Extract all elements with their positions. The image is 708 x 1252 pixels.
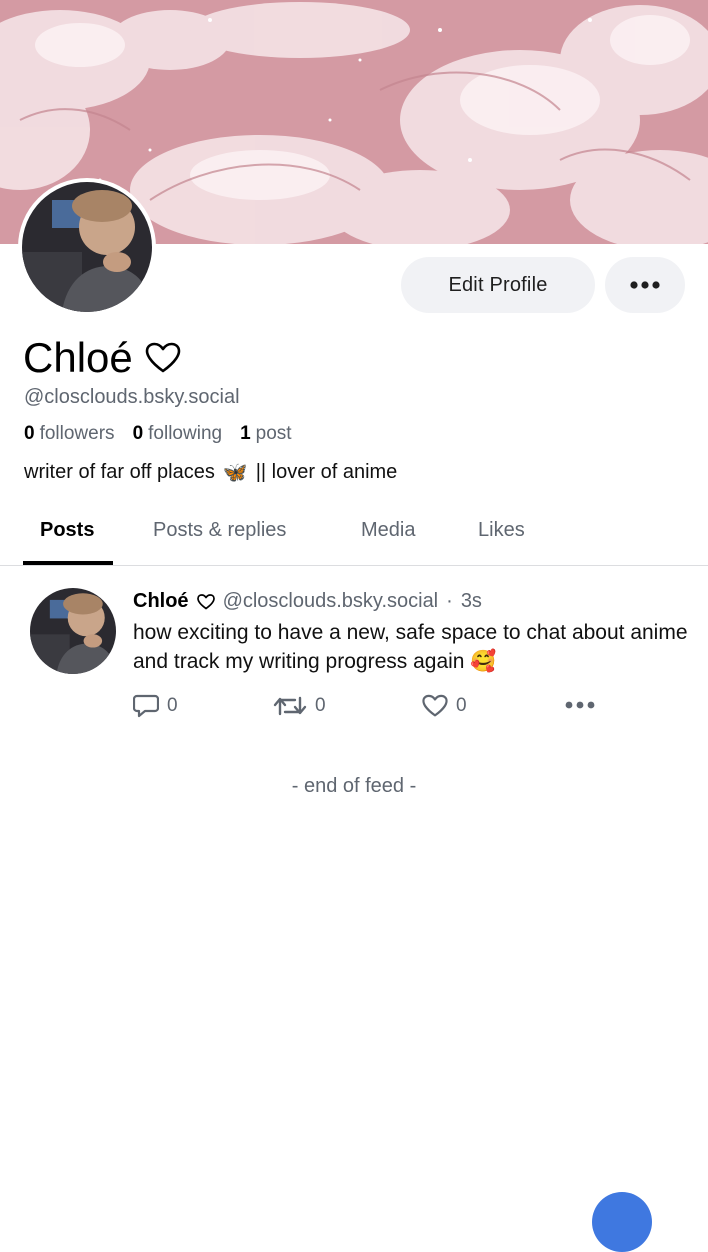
following-stat[interactable]: 0 following [133,423,223,445]
avatar-photo [22,182,152,312]
heart-outline-icon [145,342,181,373]
display-name: Chloé [23,330,181,386]
bio-text-start: writer of far off places [24,461,215,483]
bio-text-end: || lover of anime [255,461,398,483]
post-body: how exciting to have a new, safe space t… [133,621,688,673]
heart-icon [422,694,448,717]
profile-handle: @closclouds.bsky.social [24,386,240,408]
active-tab-indicator [23,561,113,565]
post-more-button[interactable] [565,700,595,710]
more-horizontal-icon [630,281,660,289]
followers-label: followers [39,423,115,444]
display-name-text: Chloé [23,334,133,381]
post-header: Chloé @closclouds.bsky.social · 3s [133,590,482,613]
more-horizontal-icon [565,701,595,709]
end-of-feed: - end of feed - [291,775,417,797]
posts-label: post [255,423,292,444]
profile-stats: 0 followers 0 following 1 post [24,423,292,445]
butterfly-emoji: 🦋 [222,462,248,484]
post-separator: · [446,590,453,612]
posts-count: 1 [240,423,251,444]
feed-post[interactable]: Chloé @closclouds.bsky.social · 3s how e… [0,566,708,736]
tab-posts[interactable]: Posts [40,519,94,542]
followers-count: 0 [24,423,35,444]
profile-more-button[interactable] [605,257,685,313]
tab-likes[interactable]: Likes [478,519,525,542]
repost-count: 0 [315,695,326,716]
tab-media[interactable]: Media [361,519,415,542]
post-actions: 0 0 0 [133,694,613,720]
edit-profile-button[interactable]: Edit Profile [401,257,595,313]
followers-stat[interactable]: 0 followers [24,423,115,445]
compose-fab[interactable] [592,1192,652,1252]
tab-posts-and-replies[interactable]: Posts & replies [153,519,286,542]
reply-count: 0 [167,695,178,716]
heart-outline-icon [196,593,215,609]
reply-button[interactable]: 0 [133,694,178,718]
profile-avatar[interactable] [18,178,156,316]
avatar-photo [30,588,116,674]
post-author-handle[interactable]: @closclouds.bsky.social [223,590,439,613]
post-timestamp[interactable]: 3s [461,590,482,613]
following-count: 0 [132,423,144,444]
profile-tabs: Posts Posts & replies Media Likes [0,505,708,566]
profile-bio: writer of far off places 🦋 || lover of a… [24,460,397,485]
speech-bubble-icon [133,694,159,718]
post-author-avatar[interactable] [30,588,116,674]
repost-button[interactable]: 0 [273,694,326,718]
like-count: 0 [456,695,467,716]
following-label: following [148,423,223,444]
post-author-name[interactable]: Chloé [133,590,189,613]
like-button[interactable]: 0 [422,694,467,718]
posts-stat: 1 post [240,423,292,445]
repost-icon [273,696,307,716]
